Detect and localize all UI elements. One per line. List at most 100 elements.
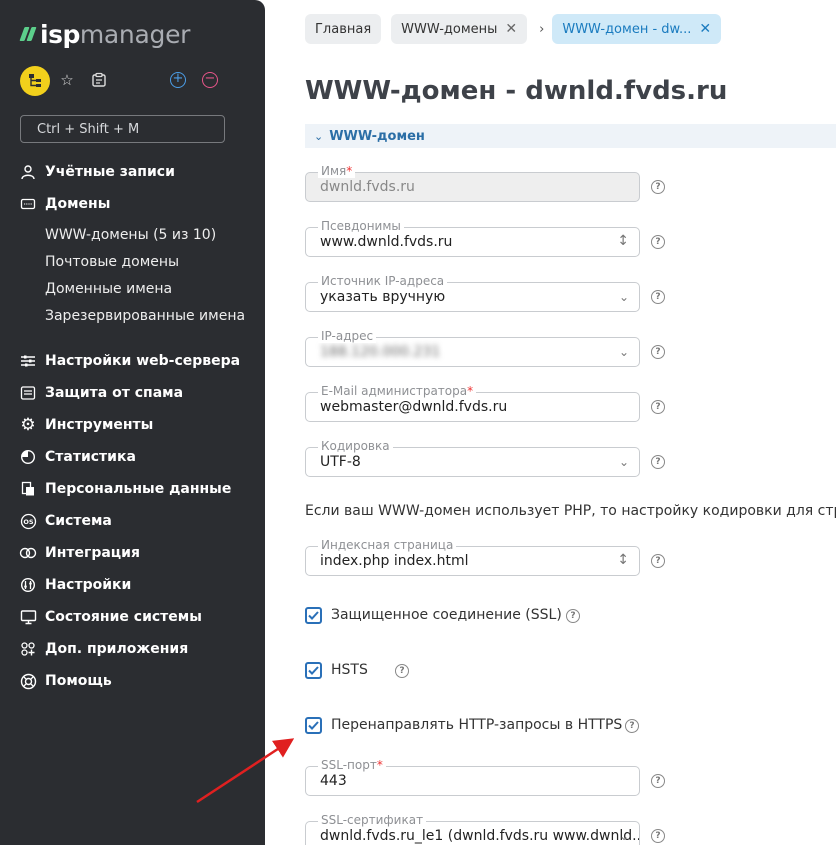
sidebar-item-label: Инструменты: [45, 417, 154, 433]
add-circle-icon[interactable]: +: [169, 71, 187, 89]
ssl-port-label: SSL-порт*: [318, 758, 386, 772]
checkmark-icon: [308, 666, 319, 675]
clipboard-icon[interactable]: [90, 71, 108, 89]
help-icon[interactable]: ?: [566, 609, 580, 623]
redirect-https-checkbox[interactable]: [305, 717, 322, 734]
sidebar-item-label: Доп. приложения: [45, 641, 189, 657]
ssl-checkbox-label[interactable]: Защищенное соединение (SSL): [331, 607, 562, 623]
help-icon[interactable]: ?: [625, 719, 639, 733]
aliases-value: www.dwnld.fvds.ru: [320, 234, 453, 250]
svg-text:OS: OS: [23, 518, 34, 526]
help-icon: [18, 671, 38, 691]
sidebar-item-label: Настройки web-сервера: [45, 353, 241, 369]
logo-text-isp: isp: [40, 19, 80, 49]
sidebar-item-settings[interactable]: Настройки: [18, 571, 131, 599]
sidebar-item-help[interactable]: Помощь: [18, 667, 112, 695]
sidebar-item-label: Статистика: [45, 449, 136, 465]
checkmark-icon: [308, 611, 319, 620]
close-icon[interactable]: ✕: [505, 21, 517, 37]
redirect-https-checkbox-label[interactable]: Перенаправлять HTTP-запросы в HTTPS: [331, 717, 622, 733]
chevron-down-icon: ⌄: [618, 455, 629, 469]
sidebar-item-integration[interactable]: Интеграция: [18, 539, 140, 567]
checkmark-icon: [308, 721, 319, 730]
help-icon[interactable]: ?: [651, 345, 665, 359]
global-search-input[interactable]: Ctrl + Shift + M: [20, 115, 225, 143]
required-mark: *: [376, 758, 383, 772]
help-icon[interactable]: ?: [651, 290, 665, 304]
sliders-icon: [18, 351, 38, 371]
sidebar-item-tools[interactable]: ⚙ Инструменты: [18, 411, 153, 439]
sidebar-item-label: Состояние системы: [45, 609, 202, 625]
required-mark: *: [346, 164, 353, 178]
name-value: dwnld.fvds.ru: [320, 179, 415, 195]
index-page-label: Индексная страница: [318, 538, 457, 552]
help-icon[interactable]: ?: [651, 554, 665, 568]
close-icon[interactable]: ✕: [699, 21, 711, 37]
hsts-checkbox-label[interactable]: HSTS: [331, 662, 368, 678]
ip-source-label: Источник IP-адреса: [318, 274, 448, 288]
sidebar-item-personal-data[interactable]: Персональные данные: [18, 475, 231, 503]
expand-vertical-icon[interactable]: ↕: [617, 552, 629, 568]
sidebar-item-accounts[interactable]: Учётные записи: [18, 158, 175, 186]
section-header[interactable]: ⌄ WWW-домен: [305, 124, 836, 148]
breadcrumb-www-domains[interactable]: WWW-домены ✕: [391, 14, 528, 44]
help-icon[interactable]: ?: [651, 180, 665, 194]
help-icon[interactable]: ?: [651, 235, 665, 249]
sidebar-item-system[interactable]: OS Система: [18, 507, 112, 535]
chevron-right-icon: ›: [539, 21, 545, 37]
sidebar-subitem-www-domains[interactable]: WWW-домены (5 из 10): [45, 223, 216, 247]
monitor-icon: [18, 607, 38, 627]
sidebar-item-label: Учётные записи: [45, 164, 175, 180]
star-icon[interactable]: ☆: [58, 71, 76, 89]
sidebar-item-extra-apps[interactable]: Доп. приложения: [18, 635, 188, 663]
sidebar-subitem-mail-domains[interactable]: Почтовые домены: [45, 250, 179, 274]
sidebar-item-label: Система: [45, 513, 112, 529]
sidebar-item-label: Персональные данные: [45, 481, 232, 497]
sidebar-item-label: Помощь: [45, 673, 112, 689]
chevron-down-icon: ⌄: [618, 290, 629, 304]
help-icon[interactable]: ?: [651, 400, 665, 414]
label-text: E-Mail администратора: [321, 384, 468, 398]
ssl-port-value: 443: [320, 773, 347, 789]
sidebar-item-web-server[interactable]: Настройки web-сервера: [18, 347, 240, 375]
help-icon[interactable]: ?: [651, 455, 665, 469]
breadcrumb-home[interactable]: Главная: [305, 14, 382, 44]
required-mark: *: [467, 384, 474, 398]
user-tree-icon: [29, 74, 41, 87]
label-text: Имя: [321, 164, 347, 178]
sidebar-item-spam[interactable]: Защита от спама: [18, 379, 183, 407]
remove-circle-icon[interactable]: −: [201, 71, 219, 89]
os-icon: OS: [18, 511, 38, 531]
aliases-label: Псевдонимы: [318, 219, 404, 233]
users-icon: [18, 162, 38, 182]
encoding-label: Кодировка: [318, 439, 393, 453]
sidebar-subitem-reserved-names[interactable]: Зарезервированные имена: [45, 304, 245, 328]
settings-icon: [18, 575, 38, 595]
ip-address-label: IP-адрес: [318, 329, 377, 343]
sidebar-subitem-domain-names[interactable]: Доменные имена: [45, 277, 172, 301]
sidebar-item-label: Настройки: [45, 577, 132, 593]
section-title: WWW-домен: [329, 128, 425, 144]
help-icon[interactable]: ?: [651, 829, 665, 843]
spam-icon: [18, 383, 38, 403]
ip-address-value: 188.120.000.231: [320, 344, 441, 360]
sidebar-item-domains[interactable]: Домены: [18, 190, 110, 218]
expand-vertical-icon[interactable]: ↕: [617, 233, 629, 249]
help-icon[interactable]: ?: [651, 774, 665, 788]
breadcrumb-label: Главная: [315, 21, 372, 37]
sidebar-item-system-status[interactable]: Состояние системы: [18, 603, 202, 631]
avatar[interactable]: [20, 66, 50, 96]
hsts-checkbox[interactable]: [305, 662, 322, 679]
domain-icon: [18, 194, 38, 214]
sidebar-item-statistics[interactable]: Статистика: [18, 443, 136, 471]
ssl-certificate-value: dwnld.fvds.ru_le1 (dwnld.fvds.ru www.dwn…: [320, 828, 640, 844]
help-icon[interactable]: ?: [395, 664, 409, 678]
index-page-value: index.php index.html: [320, 553, 469, 569]
personal-data-icon: [18, 479, 38, 499]
ip-source-value: указать вручную: [320, 289, 446, 305]
name-field: dwnld.fvds.ru: [305, 172, 640, 202]
breadcrumb-current-domain[interactable]: WWW-домен - dw... ✕: [552, 14, 722, 44]
ispmanager-logo[interactable]: isp manager: [19, 18, 190, 50]
ssl-checkbox[interactable]: [305, 607, 322, 624]
logo-mark-icon: [19, 26, 37, 42]
